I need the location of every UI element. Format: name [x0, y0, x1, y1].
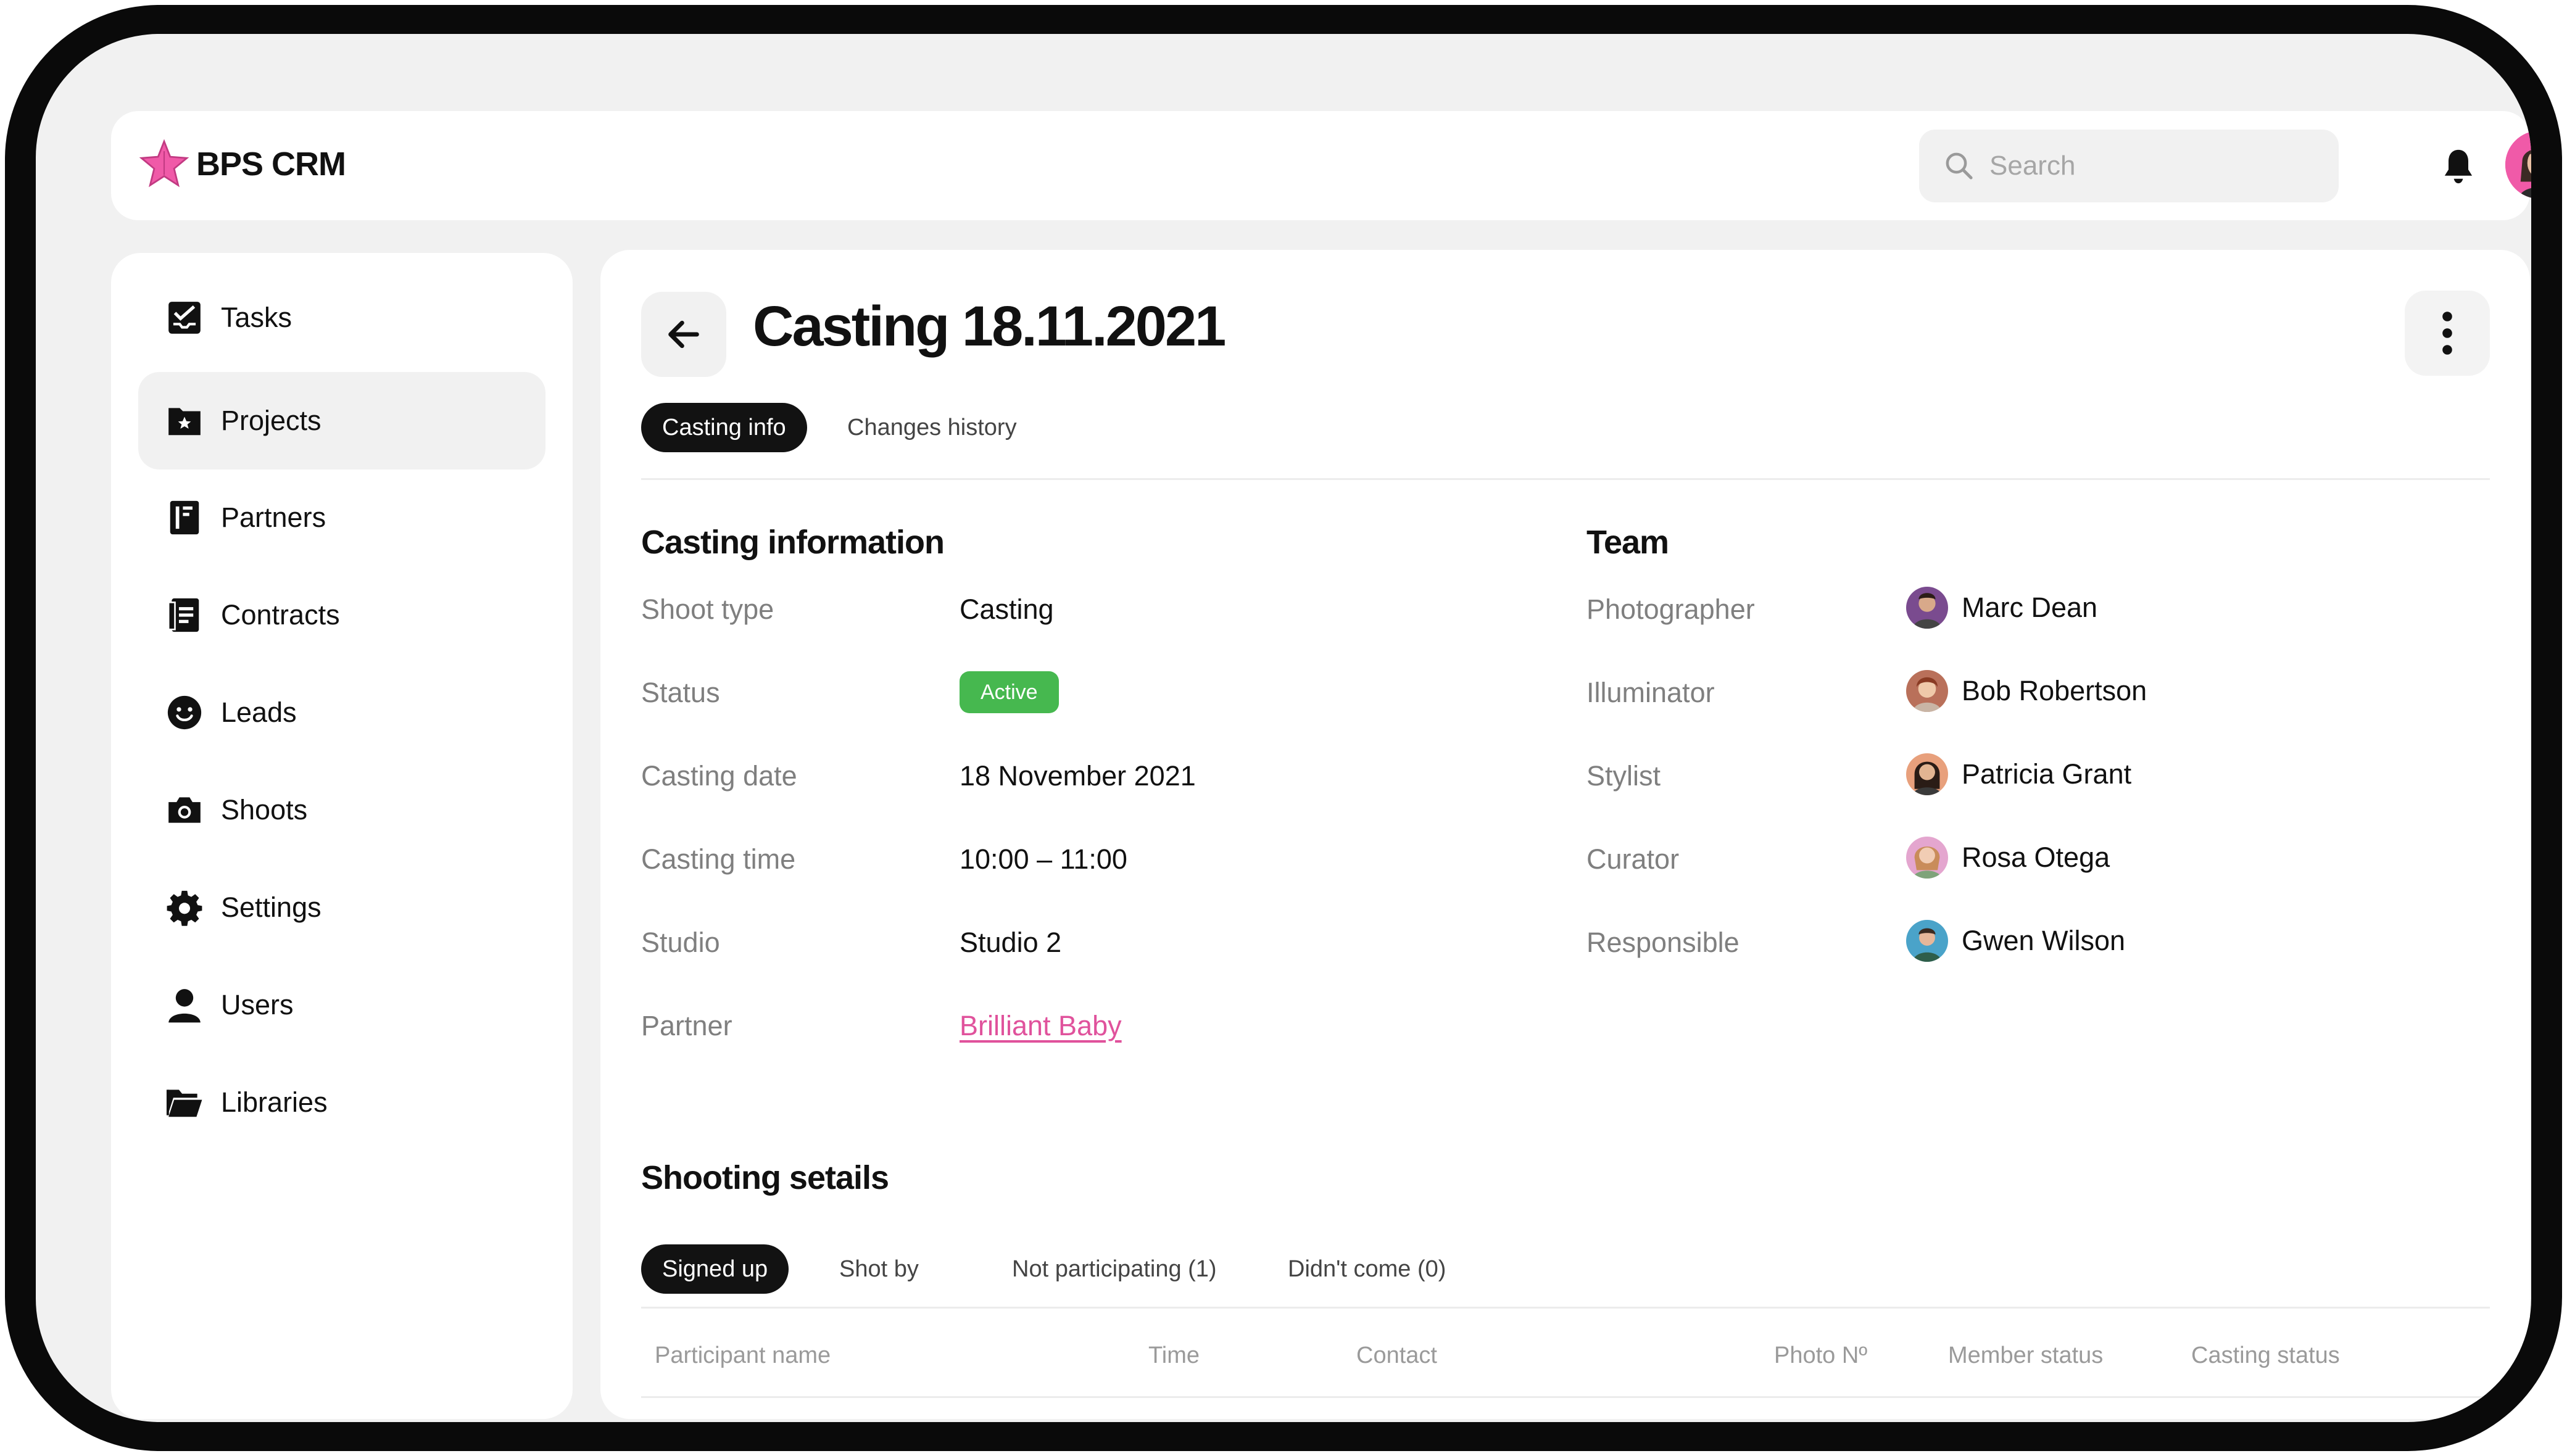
sidebar-item-label: Tasks: [221, 302, 292, 333]
avatar: [1906, 837, 1948, 879]
team-member-name: Patricia Grant: [1962, 758, 2132, 790]
sidebar-item-settings[interactable]: Settings: [138, 859, 545, 956]
camera-icon: [168, 797, 201, 823]
sidebar-item-partners[interactable]: Partners: [138, 469, 545, 566]
column-header[interactable]: Time: [1148, 1342, 1200, 1369]
status-label: Status: [641, 677, 720, 708]
team-member-name: Rosa Otega: [1962, 842, 2110, 873]
sidebar-item-label: Partners: [221, 502, 326, 533]
avatar: [1906, 670, 1948, 712]
sidebar: Tasks Projects Partners Contracts Leads …: [111, 253, 573, 1419]
tab-shot-by[interactable]: Shot by: [818, 1244, 940, 1294]
sidebar-item-leads[interactable]: Leads: [138, 664, 545, 761]
partner-label: Partner: [641, 1010, 732, 1041]
casting-info-title: Casting information: [641, 524, 945, 561]
tasks-icon: [168, 302, 201, 334]
app-screen: BPS CRM Search Tasks Projects Partners C…: [36, 34, 2531, 1422]
sidebar-item-contracts[interactable]: Contracts: [138, 566, 545, 664]
team-member[interactable]: Marc Dean: [1906, 587, 2097, 629]
star-logo-icon: [139, 139, 189, 188]
casting-time-label: Casting time: [641, 843, 796, 875]
sidebar-item-label: Leads: [221, 697, 297, 728]
partner-link[interactable]: Brilliant Baby: [960, 1010, 1122, 1042]
table-header-divider: [641, 1396, 2490, 1398]
shooting-tabs-divider: [641, 1307, 2490, 1309]
team-role-label: Curator: [1586, 843, 1680, 875]
sidebar-item-label: Users: [221, 989, 294, 1020]
partners-icon: [170, 500, 199, 535]
sidebar-item-users[interactable]: Users: [138, 956, 545, 1054]
team-member-name: Bob Robertson: [1962, 675, 2147, 706]
top-header: BPS CRM: [111, 111, 2531, 220]
avatar: [1906, 587, 1948, 629]
tab-casting-info[interactable]: Casting info: [641, 403, 807, 452]
tab-didnt-come[interactable]: Didn't come (0): [1267, 1244, 1467, 1294]
projects-icon: [168, 408, 201, 436]
gear-icon: [167, 890, 202, 926]
shoot-type-value: Casting: [960, 594, 1054, 625]
bell-icon[interactable]: [2440, 147, 2477, 186]
team-member[interactable]: Rosa Otega: [1906, 837, 2110, 879]
team-role-label: Responsible: [1586, 927, 1740, 958]
column-header[interactable]: Casting status: [2191, 1342, 2340, 1369]
tab-changes-history[interactable]: Changes history: [826, 403, 1038, 452]
team-title: Team: [1586, 524, 1669, 561]
tabs-divider: [641, 478, 2490, 480]
main-panel: Casting 18.11.2021 Casting info Changes …: [600, 250, 2530, 1419]
team-member[interactable]: Gwen Wilson: [1906, 920, 2125, 962]
page-title: Casting 18.11.2021: [753, 295, 1226, 358]
avatar: [1906, 753, 1948, 795]
sidebar-item-label: Settings: [221, 891, 321, 923]
back-button[interactable]: [641, 292, 726, 377]
column-header[interactable]: Contact: [1356, 1342, 1437, 1369]
avatar-image: [2505, 131, 2531, 199]
studio-label: Studio: [641, 927, 720, 958]
sidebar-item-shoots[interactable]: Shoots: [138, 761, 545, 859]
sidebar-item-projects[interactable]: Projects: [138, 372, 545, 469]
search-icon: [1946, 152, 1973, 180]
folder-icon: [166, 1090, 202, 1117]
team-member-name: Marc Dean: [1962, 592, 2098, 623]
tab-not-participating[interactable]: Not participating (1): [991, 1244, 1238, 1294]
shoot-type-label: Shoot type: [641, 594, 774, 625]
search-input[interactable]: [1989, 151, 2310, 181]
sidebar-item-label: Shoots: [221, 794, 308, 825]
sidebar-item-label: Libraries: [221, 1086, 328, 1118]
team-role-label: Photographer: [1586, 594, 1755, 625]
column-header[interactable]: Photo Nº: [1774, 1342, 1867, 1369]
column-header[interactable]: Member status: [1948, 1342, 2103, 1369]
more-options-button[interactable]: [2405, 291, 2490, 376]
team-role-label: Illuminator: [1586, 677, 1715, 708]
shooting-details-title: Shooting setails: [641, 1159, 889, 1196]
casting-time-value: 10:00 – 11:00: [960, 843, 1127, 875]
app-name: BPS CRM: [196, 146, 346, 183]
studio-value: Studio 2: [960, 927, 1062, 958]
team-member-name: Gwen Wilson: [1962, 925, 2126, 956]
sidebar-item-label: Contracts: [221, 599, 340, 631]
team-member[interactable]: Patricia Grant: [1906, 753, 2131, 795]
avatar: [1906, 920, 1948, 962]
leads-icon: [167, 695, 202, 730]
casting-date-label: Casting date: [641, 760, 797, 792]
status-badge: Active: [960, 671, 1059, 713]
user-avatar[interactable]: [2505, 131, 2531, 199]
team-role-label: Stylist: [1586, 760, 1661, 792]
arrow-left-icon: [668, 320, 699, 349]
casting-date-value: 18 November 2021: [960, 760, 1196, 792]
sidebar-item-label: Projects: [221, 405, 321, 436]
more-vertical-icon: [2442, 312, 2452, 355]
search-box[interactable]: [1919, 130, 2339, 202]
sidebar-item-libraries[interactable]: Libraries: [138, 1054, 545, 1151]
contracts-icon: [167, 598, 199, 632]
sidebar-item-tasks[interactable]: Tasks: [138, 269, 545, 366]
team-member[interactable]: Bob Robertson: [1906, 670, 2147, 712]
column-header[interactable]: Participant name: [655, 1342, 831, 1369]
user-icon: [168, 989, 201, 1023]
app-logo[interactable]: BPS CRM: [138, 138, 346, 190]
tab-signed-up[interactable]: Signed up: [641, 1244, 789, 1294]
